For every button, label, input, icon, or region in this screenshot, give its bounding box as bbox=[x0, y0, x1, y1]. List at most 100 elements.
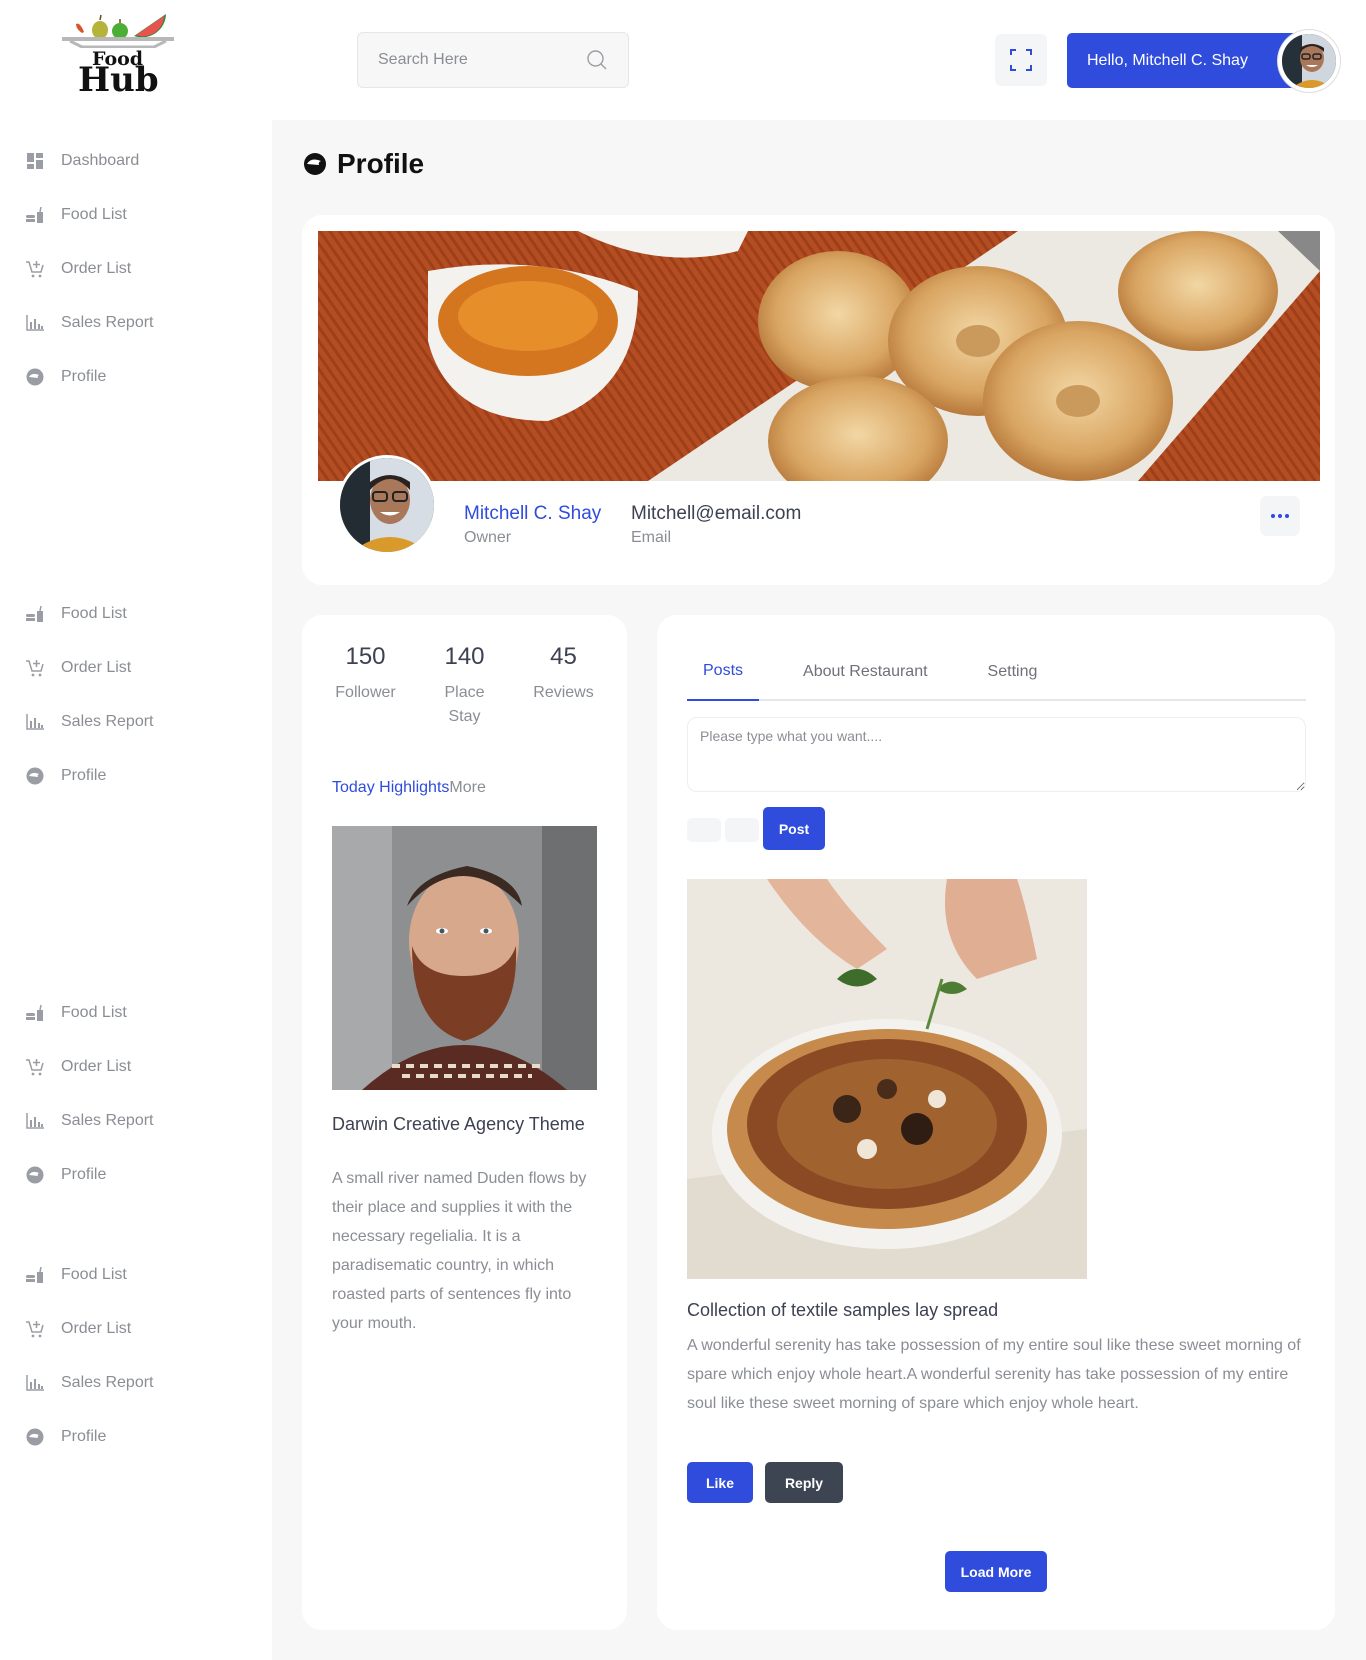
ellipsis-dot-icon bbox=[1285, 514, 1289, 518]
sidebar-item-profile[interactable]: Profile bbox=[0, 350, 272, 404]
brand-logo[interactable]: Food Hub bbox=[62, 8, 192, 100]
fruit-plate-icon bbox=[62, 14, 174, 48]
tab-setting[interactable]: Setting bbox=[972, 643, 1054, 701]
chart-icon bbox=[26, 1112, 44, 1130]
fullscreen-icon bbox=[1010, 49, 1032, 71]
highlights-more-link[interactable]: More bbox=[449, 779, 485, 796]
sidebar-item-profile[interactable]: Profile bbox=[0, 1410, 272, 1464]
sidebar-item-sales-report[interactable]: Sales Report bbox=[0, 1094, 272, 1148]
sidebar-item-food-list[interactable]: Food List bbox=[0, 1248, 272, 1302]
profile-stats: 150 Follower 140 Place Stay 45 Reviews bbox=[302, 643, 627, 729]
like-button[interactable]: Like bbox=[687, 1462, 753, 1503]
stat-reviews: 45 Reviews bbox=[519, 643, 609, 729]
stat-label: Place Stay bbox=[444, 684, 485, 725]
sidebar-item-label: Order List bbox=[61, 659, 132, 676]
fullscreen-button[interactable] bbox=[995, 34, 1047, 86]
sidebar-item-food-list[interactable]: Food List bbox=[0, 587, 272, 641]
page-title: Profile bbox=[303, 148, 424, 180]
sidebar-item-sales-report[interactable]: Sales Report bbox=[0, 296, 272, 350]
chart-icon bbox=[26, 314, 44, 332]
brand-text-hub: Hub bbox=[78, 60, 159, 100]
sidebar-item-label: Profile bbox=[61, 368, 107, 385]
user-greeting: Hello, Mitchell C. Shay bbox=[1087, 51, 1248, 69]
attach-image-button[interactable] bbox=[725, 818, 759, 842]
search-icon[interactable] bbox=[586, 49, 608, 71]
more-options-button[interactable] bbox=[1260, 496, 1300, 536]
tab-about-restaurant[interactable]: About Restaurant bbox=[787, 643, 944, 701]
tab-posts[interactable]: Posts bbox=[687, 643, 760, 701]
sidebar-item-profile[interactable]: Profile bbox=[0, 749, 272, 803]
sidebar-item-profile[interactable]: Profile bbox=[0, 1148, 272, 1202]
sidebar-item-label: Profile bbox=[61, 1166, 107, 1183]
sidebar-item-label: Order List bbox=[61, 1320, 132, 1337]
sidebar-item-label: Sales Report bbox=[61, 314, 154, 331]
post-image bbox=[687, 879, 1087, 1279]
profile-role: Owner bbox=[464, 529, 512, 546]
face-icon bbox=[304, 153, 326, 175]
sidebar-item-label: Order List bbox=[61, 260, 132, 277]
stat-label: Reviews bbox=[533, 684, 594, 701]
nav-group-2: Food List Order List Sales Report Profil… bbox=[0, 587, 272, 803]
face-icon bbox=[26, 767, 44, 785]
profile-tabs: Posts About Restaurant Setting bbox=[687, 643, 1306, 701]
ellipsis-dot-icon bbox=[1271, 514, 1275, 518]
post-body: A wonderful serenity has take possession… bbox=[687, 1337, 1301, 1412]
cart-icon bbox=[26, 260, 44, 278]
ellipsis-dot-icon bbox=[1278, 514, 1282, 518]
food-icon bbox=[26, 1266, 44, 1284]
user-avatar[interactable] bbox=[1278, 30, 1340, 92]
sidebar: Food Hub Dashboard Food List Order List … bbox=[0, 0, 272, 1660]
sidebar-item-order-list[interactable]: Order List bbox=[0, 641, 272, 695]
cart-icon bbox=[26, 1058, 44, 1076]
post-textarea[interactable] bbox=[687, 717, 1306, 792]
sidebar-item-order-list[interactable]: Order List bbox=[0, 1302, 272, 1356]
post-title: Collection of textile samples lay spread bbox=[687, 1300, 999, 1320]
search-box bbox=[357, 32, 629, 88]
sidebar-item-dashboard[interactable]: Dashboard bbox=[0, 134, 272, 188]
attach-link-button[interactable] bbox=[687, 818, 721, 842]
cart-icon bbox=[26, 659, 44, 677]
sidebar-item-food-list[interactable]: Food List bbox=[0, 986, 272, 1040]
cover-image bbox=[318, 231, 1320, 481]
highlight-text: A small river named Duden flows by their… bbox=[332, 1170, 587, 1332]
face-icon bbox=[26, 1166, 44, 1184]
stat-value: 150 bbox=[345, 643, 386, 670]
search-input[interactable] bbox=[378, 51, 586, 69]
load-more-button[interactable]: Load More bbox=[945, 1551, 1047, 1592]
food-icon bbox=[26, 206, 44, 224]
cart-icon bbox=[26, 1320, 44, 1338]
sidebar-item-label: Sales Report bbox=[61, 713, 154, 730]
profile-name: Mitchell C. Shay bbox=[464, 503, 602, 524]
stat-place-stay: 140 Place Stay bbox=[420, 643, 510, 729]
reply-button[interactable]: Reply bbox=[765, 1462, 843, 1503]
sidebar-item-label: Food List bbox=[61, 206, 127, 223]
top-header: Hello, Mitchell C. Shay bbox=[272, 0, 1366, 120]
profile-email-label: Email bbox=[631, 529, 672, 546]
profile-email: Mitchell@email.com bbox=[631, 503, 802, 524]
sidebar-item-sales-report[interactable]: Sales Report bbox=[0, 695, 272, 749]
highlight-title: Darwin Creative Agency Theme bbox=[332, 1114, 585, 1134]
sidebar-item-order-list[interactable]: Order List bbox=[0, 242, 272, 296]
sidebar-item-label: Food List bbox=[61, 1266, 127, 1283]
profile-avatar bbox=[337, 455, 437, 555]
face-icon bbox=[26, 368, 44, 386]
chart-icon bbox=[26, 1374, 44, 1392]
stat-value: 140 bbox=[444, 643, 485, 670]
face-icon bbox=[26, 1428, 44, 1446]
sidebar-item-food-list[interactable]: Food List bbox=[0, 188, 272, 242]
posts-card: Posts About Restaurant Setting Post Coll… bbox=[657, 615, 1335, 1630]
highlight-image bbox=[332, 826, 597, 1090]
post-button[interactable]: Post bbox=[763, 807, 825, 850]
nav-group-1: Dashboard Food List Order List Sales Rep… bbox=[0, 134, 272, 404]
stat-value: 45 bbox=[550, 643, 577, 670]
stat-followers: 150 Follower bbox=[321, 643, 411, 729]
sidebar-item-order-list[interactable]: Order List bbox=[0, 1040, 272, 1094]
food-icon bbox=[26, 605, 44, 623]
nav-group-3: Food List Order List Sales Report Profil… bbox=[0, 986, 272, 1202]
profile-card: Mitchell C. Shay Owner Mitchell@email.co… bbox=[302, 215, 1335, 585]
food-icon bbox=[26, 1004, 44, 1022]
sidebar-item-label: Food List bbox=[61, 605, 127, 622]
highlights-title: Today Highlights bbox=[332, 779, 450, 796]
sidebar-item-sales-report[interactable]: Sales Report bbox=[0, 1356, 272, 1410]
user-menu-button[interactable]: Hello, Mitchell C. Shay bbox=[1067, 33, 1307, 88]
